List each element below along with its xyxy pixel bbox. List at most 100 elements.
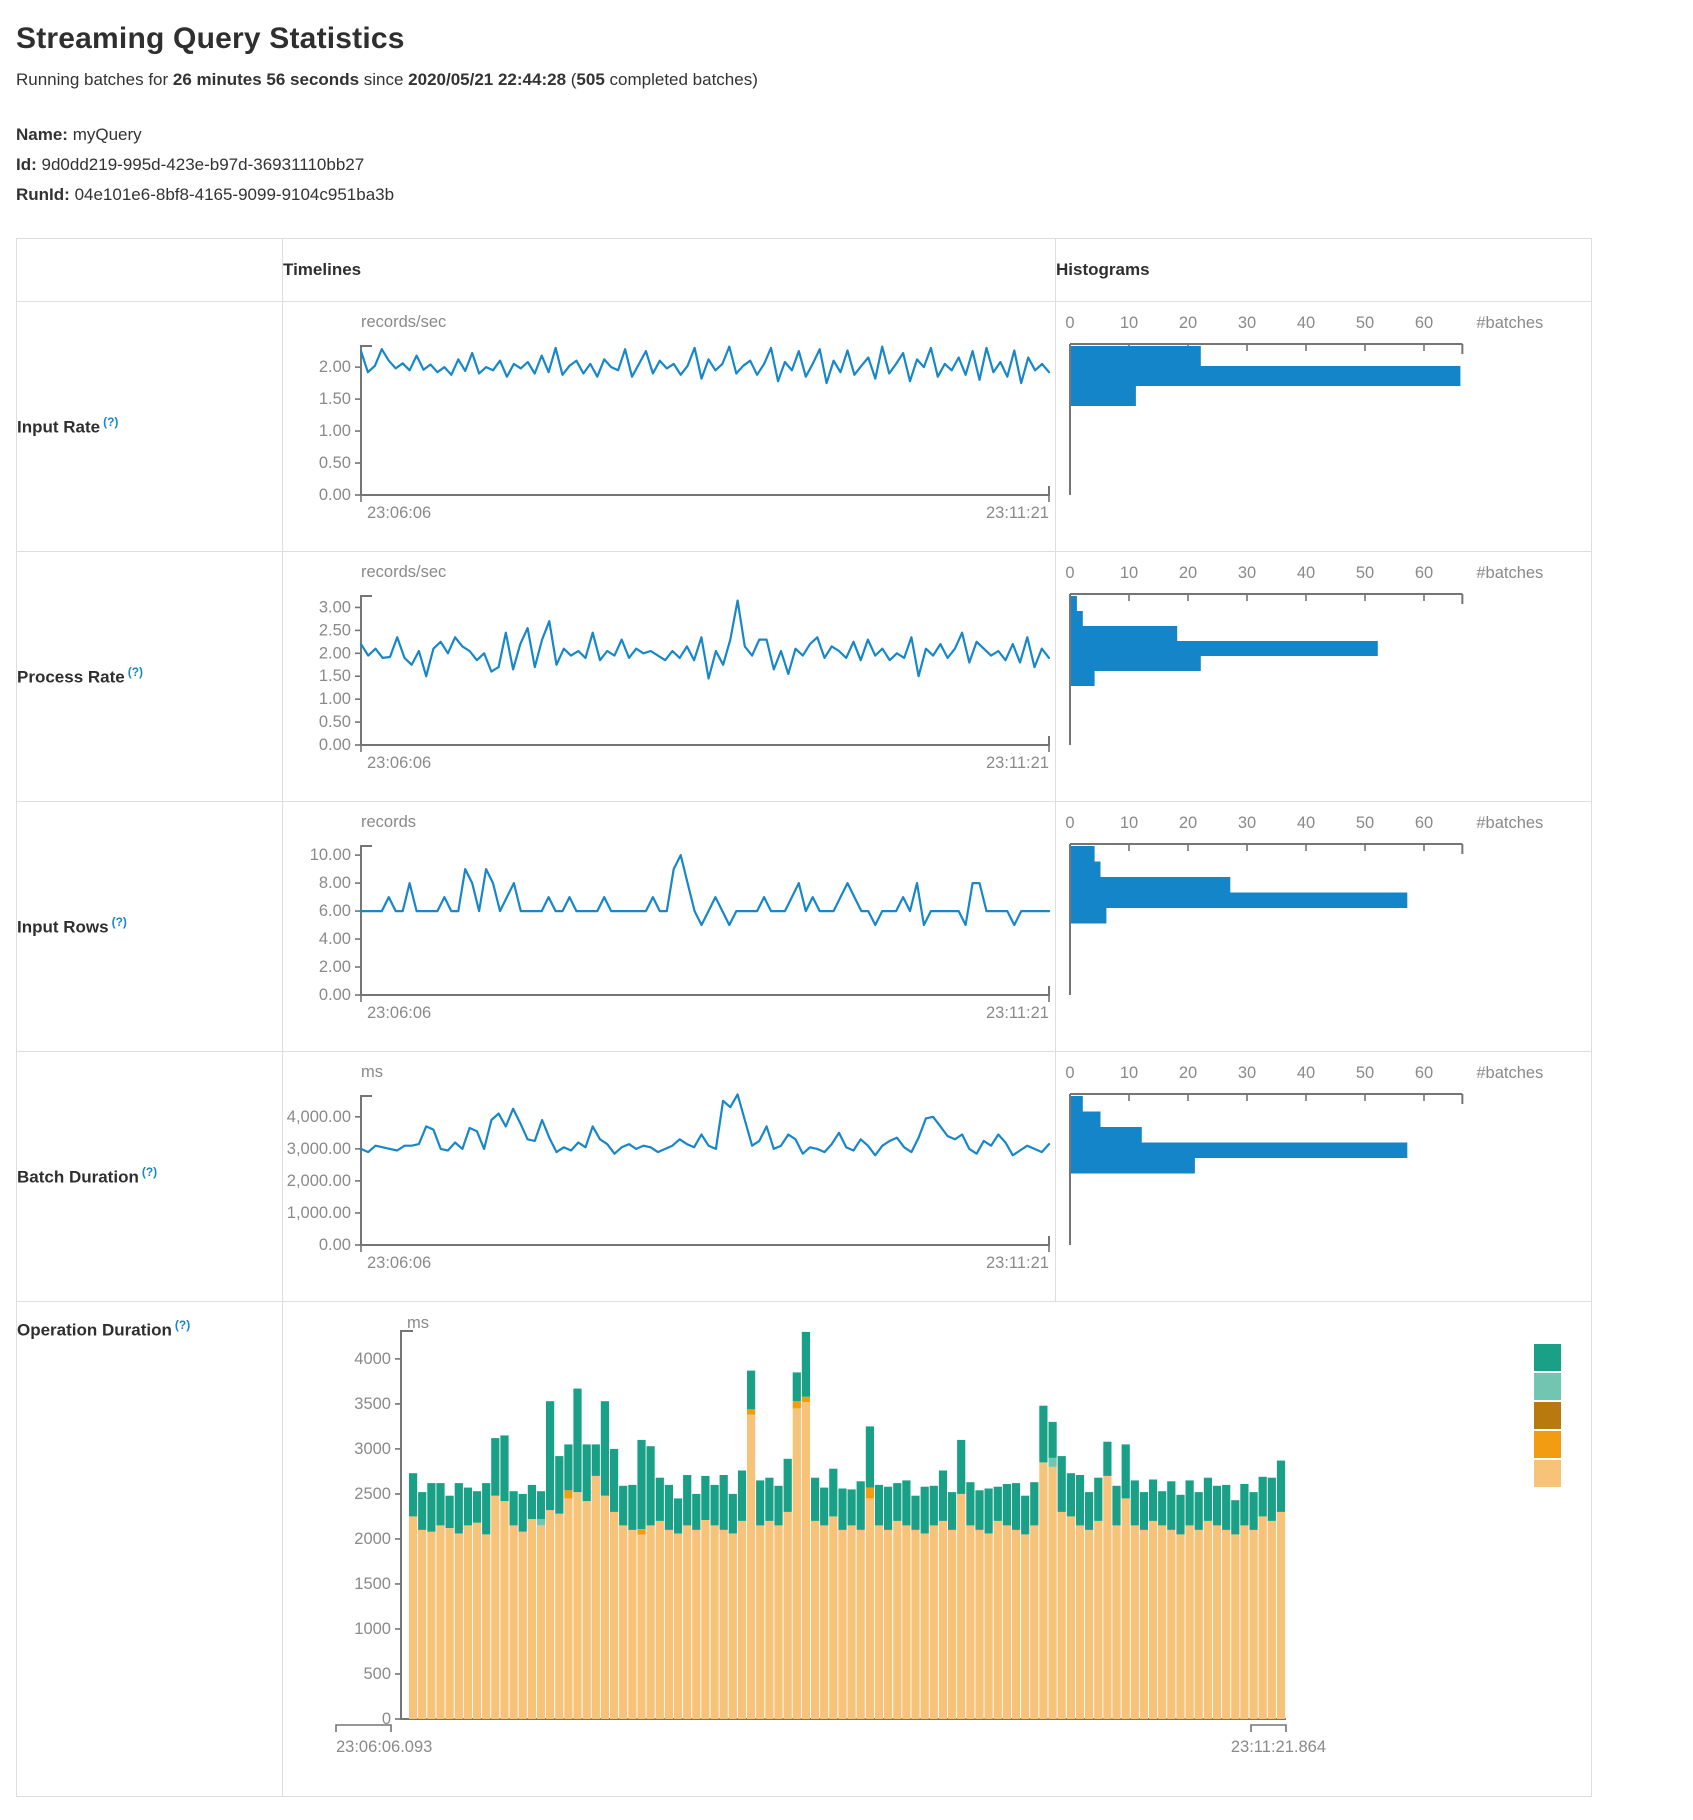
tick-label: 1.00 [319, 422, 351, 440]
process-rate-help-icon[interactable]: (?) [128, 665, 143, 679]
histogram-bar [1071, 626, 1177, 641]
input-rate-histogram-cell: 0102030405060#batches [1056, 302, 1592, 552]
batch-duration-histogram-cell: 0102030405060#batches [1056, 1052, 1592, 1302]
stacked-bar-segment [1277, 1461, 1285, 1512]
stacked-bar-segment [455, 1483, 463, 1533]
batches-axis-label: #batches [1476, 1064, 1543, 1082]
metric-label: Input Rate [17, 418, 100, 437]
stacked-bar-segment [1250, 1530, 1258, 1719]
input-rows-timeline-cell: records10.008.006.004.002.000.0023:06:06… [283, 802, 1056, 1052]
tick-label: 30 [1238, 814, 1256, 832]
stacked-bar-segment [966, 1526, 974, 1720]
timelines-header: Timelines [283, 239, 1056, 302]
stacked-bar-segment [793, 1372, 801, 1401]
unit-label: records/sec [361, 313, 446, 331]
stacked-bar-segment [1259, 1477, 1267, 1517]
stacked-bar-segment [573, 1492, 581, 1719]
legend-swatch-1[interactable] [1534, 1344, 1561, 1371]
legend-swatch-5[interactable] [1534, 1460, 1561, 1487]
stacked-bar-segment [866, 1426, 874, 1487]
stacked-bar-segment [692, 1494, 700, 1530]
stacked-bar-segment [1067, 1473, 1075, 1516]
tick-label: 3,000.00 [287, 1140, 351, 1158]
stacked-bar-segment [930, 1486, 938, 1526]
stacked-bar-segment [555, 1514, 563, 1719]
tick-label: 30 [1238, 1064, 1256, 1082]
stacked-bar-segment [811, 1521, 819, 1719]
histogram-bar [1071, 893, 1407, 909]
metric-label: Process Rate [17, 668, 125, 687]
stacked-bar-segment [1158, 1526, 1166, 1720]
histogram-bar [1071, 846, 1095, 862]
input-rows-help-icon[interactable]: (?) [112, 915, 127, 929]
stacked-bar-segment [1195, 1530, 1203, 1719]
operation-duration-help-icon[interactable]: (?) [175, 1318, 190, 1332]
stacked-bar-segment [829, 1516, 837, 1719]
stacked-bar-segment [729, 1534, 737, 1719]
stacked-bar-segment [1213, 1486, 1221, 1526]
tick-label: 40 [1297, 814, 1315, 832]
histogram-bar [1071, 611, 1083, 626]
tick-label: 2000 [354, 1530, 391, 1548]
stacked-bar-segment [820, 1526, 828, 1720]
x-axis-start-label: 23:06:06 [367, 1254, 431, 1272]
histogram-bar [1071, 366, 1460, 386]
tick-label: 4000 [354, 1350, 391, 1368]
stacked-bar-segment [519, 1532, 527, 1719]
query-runid-line: RunId: 04e101e6-8bf8-4165-9099-9104c951b… [16, 180, 1693, 210]
stacked-bar-segment [784, 1459, 792, 1512]
stacked-bar-segment [1003, 1526, 1011, 1720]
legend-swatch-3[interactable] [1534, 1402, 1561, 1429]
input-rows-row: Input Rows(?) records10.008.006.004.002.… [17, 802, 1592, 1052]
stacked-bar-segment [692, 1530, 700, 1719]
operation-duration-label-cell: Operation Duration(?) [17, 1302, 283, 1797]
histogram-bar [1071, 671, 1095, 686]
legend-swatch-2[interactable] [1534, 1373, 1561, 1400]
stacked-bar-segment [985, 1534, 993, 1719]
stacked-bar-segment [1204, 1478, 1212, 1521]
stacked-bar-segment [793, 1401, 801, 1408]
process-rate-histogram-cell: 0102030405060#batches [1056, 552, 1592, 802]
stacked-bar-segment [1049, 1458, 1057, 1467]
batch-duration-histogram-chart: 0102030405060#batches [1056, 1052, 1590, 1300]
metric-label: Operation Duration [17, 1320, 172, 1339]
unit-label: ms [407, 1314, 429, 1332]
tick-label: 0.00 [319, 1236, 351, 1254]
batch-duration-timeline-cell: ms4,000.003,000.002,000.001,000.000.0023… [283, 1052, 1056, 1302]
stacked-bar-segment [482, 1535, 490, 1720]
tick-label: 60 [1415, 1064, 1433, 1082]
tick-label: 10 [1120, 814, 1138, 832]
stacked-bar-segment [491, 1438, 499, 1496]
stacked-bar-segment [1030, 1482, 1038, 1525]
stacked-bar-segment [1186, 1526, 1194, 1720]
stacked-bar-segment [1058, 1512, 1066, 1719]
batches-axis-label: #batches [1476, 564, 1543, 582]
stacked-bar-segment [519, 1494, 527, 1532]
histogram-bar [1071, 656, 1201, 671]
tick-label: 50 [1356, 1064, 1374, 1082]
stacked-bar-segment [546, 1510, 554, 1719]
tick-label: 10.00 [310, 846, 351, 864]
x-axis-end-label: 23:11:21.864 [1231, 1738, 1326, 1756]
tick-label: 60 [1415, 314, 1433, 332]
histogram-bar [1071, 908, 1106, 924]
legend-swatch-4[interactable] [1534, 1431, 1561, 1458]
stacked-bar-segment [1268, 1478, 1276, 1521]
tick-label: 50 [1356, 314, 1374, 332]
tick-label: 0.50 [319, 454, 351, 472]
x-range-end-bracket [1251, 1725, 1286, 1732]
stacked-bar-segment [656, 1521, 664, 1719]
stacked-bar-segment [866, 1488, 874, 1499]
x-axis-end-label: 23:11:21 [986, 1004, 1049, 1022]
batch-duration-help-icon[interactable]: (?) [142, 1165, 157, 1179]
input-rate-timeline-chart: records/sec2.001.501.000.500.0023:06:062… [283, 302, 1054, 550]
stacked-bar-segment [464, 1488, 472, 1526]
stacked-bar-segment [893, 1483, 901, 1521]
input-rate-help-icon[interactable]: (?) [103, 415, 118, 429]
stacked-bar-segment [930, 1526, 938, 1720]
stacked-bar-segment [446, 1496, 454, 1528]
stacked-bar-segment [537, 1491, 545, 1519]
stacked-bar-segment [473, 1491, 481, 1523]
stacked-bar-segment [957, 1440, 965, 1494]
stacked-bar-segment [500, 1501, 508, 1719]
